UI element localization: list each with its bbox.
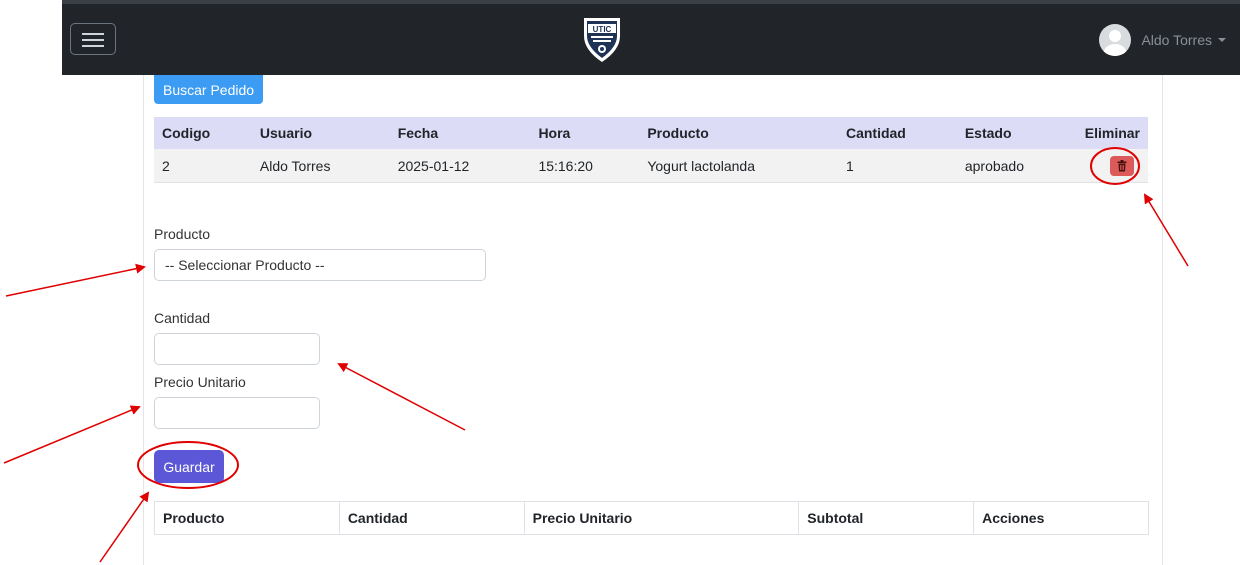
user-avatar-icon bbox=[1099, 24, 1132, 56]
annotation-arrow-product bbox=[5, 263, 146, 297]
annotation-arrow-save bbox=[99, 491, 150, 563]
delete-order-button[interactable] bbox=[1110, 155, 1134, 176]
detail-col-producto: Producto bbox=[154, 501, 340, 535]
annotation-arrow-unit-price bbox=[3, 405, 141, 464]
menu-toggle-button[interactable] bbox=[70, 23, 116, 55]
cell-hora: 15:16:20 bbox=[530, 149, 640, 183]
cell-producto: Yogurt lactolanda bbox=[639, 149, 838, 183]
content-border-right bbox=[1162, 75, 1163, 565]
save-button[interactable]: Guardar bbox=[154, 450, 224, 483]
navbar-top-border bbox=[62, 0, 1240, 4]
unit-price-label: Precio Unitario bbox=[154, 374, 246, 390]
annotation-arrow-delete bbox=[1143, 193, 1189, 267]
search-order-button[interactable]: Buscar Pedido bbox=[154, 75, 264, 104]
detail-col-acciones: Acciones bbox=[973, 501, 1149, 535]
unit-price-input[interactable] bbox=[154, 397, 320, 429]
product-label: Producto bbox=[154, 226, 211, 242]
quantity-input[interactable] bbox=[154, 333, 320, 365]
utic-logo: UTIC bbox=[584, 18, 620, 62]
svg-text:UTIC: UTIC bbox=[593, 25, 612, 34]
user-name: Aldo Torres bbox=[1141, 32, 1212, 48]
col-header-codigo: Codigo bbox=[154, 117, 252, 149]
menu-icon-line bbox=[82, 45, 104, 47]
detail-table: Producto Cantidad Precio Unitario Subtot… bbox=[154, 501, 1149, 535]
col-header-hora: Hora bbox=[530, 117, 640, 149]
cell-estado: aprobado bbox=[956, 149, 1077, 183]
table-row: 2 Aldo Torres 2025-01-12 15:16:20 Yogurt… bbox=[154, 149, 1148, 183]
cell-usuario: Aldo Torres bbox=[251, 149, 390, 183]
orders-table: Codigo Usuario Fecha Hora Producto Canti… bbox=[154, 117, 1148, 183]
detail-col-cantidad: Cantidad bbox=[338, 501, 525, 535]
cell-fecha: 2025-01-12 bbox=[389, 149, 531, 183]
col-header-eliminar: Eliminar bbox=[1076, 117, 1148, 149]
cell-codigo: 2 bbox=[154, 149, 252, 183]
user-menu[interactable]: Aldo Torres bbox=[1099, 22, 1226, 58]
cell-cantidad: 1 bbox=[837, 149, 957, 183]
col-header-estado: Estado bbox=[956, 117, 1077, 149]
detail-col-subtotal: Subtotal bbox=[798, 501, 975, 535]
col-header-cantidad: Cantidad bbox=[837, 117, 957, 149]
col-header-producto: Producto bbox=[639, 117, 838, 149]
menu-icon-line bbox=[82, 39, 104, 41]
menu-icon bbox=[82, 33, 104, 35]
content-border-left bbox=[143, 75, 144, 565]
product-select[interactable]: -- Seleccionar Producto -- bbox=[154, 249, 486, 281]
col-header-fecha: Fecha bbox=[389, 117, 531, 149]
annotation-arrow-quantity bbox=[337, 363, 466, 431]
col-header-usuario: Usuario bbox=[251, 117, 390, 149]
caret-down-icon bbox=[1218, 38, 1226, 42]
quantity-label: Cantidad bbox=[154, 310, 211, 326]
detail-header-row: Producto Cantidad Precio Unitario Subtot… bbox=[154, 501, 1149, 535]
detail-col-precio-unitario: Precio Unitario bbox=[523, 501, 800, 535]
top-navbar: UTIC Aldo Torres bbox=[62, 0, 1240, 75]
orders-header-row: Codigo Usuario Fecha Hora Producto Canti… bbox=[154, 117, 1148, 149]
trash-icon bbox=[1117, 159, 1127, 171]
cell-eliminar bbox=[1076, 149, 1148, 183]
